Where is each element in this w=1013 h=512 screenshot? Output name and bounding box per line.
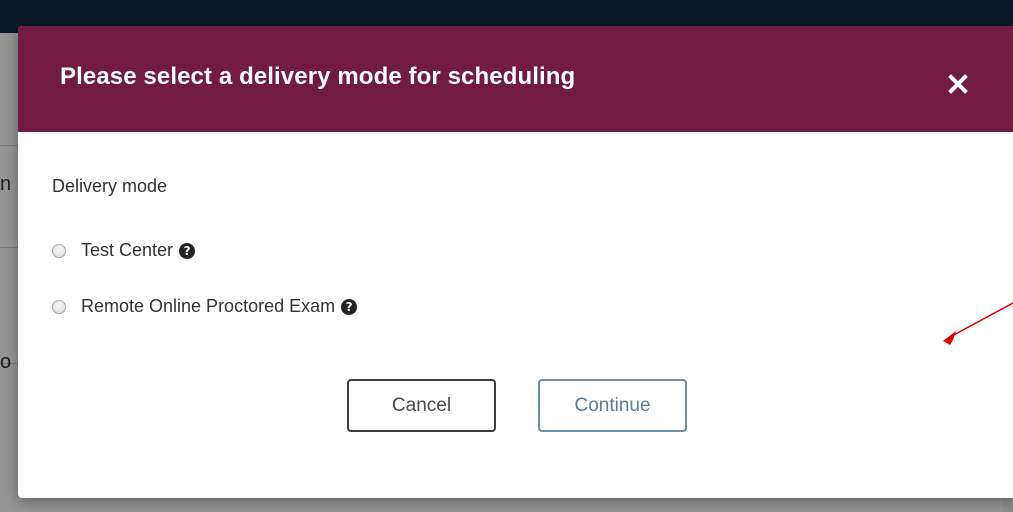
dialog-header: Please select a delivery mode for schedu… — [18, 26, 1013, 132]
test-center-label: Test Center — [81, 240, 174, 260]
dialog-title: Please select a delivery mode for schedu… — [60, 63, 576, 90]
remote-online-radio[interactable] — [52, 299, 66, 314]
radio-option-remote-online[interactable]: Remote Online Proctored Exam ? — [52, 296, 358, 317]
remote-online-label: Remote Online Proctored Exam — [81, 296, 336, 316]
radio-option-test-center[interactable]: Test Center ? — [52, 240, 196, 261]
close-button[interactable] — [940, 62, 976, 98]
cancel-button[interactable]: Cancel — [347, 379, 496, 432]
continue-button[interactable]: Continue — [538, 379, 687, 432]
delivery-mode-dialog: Please select a delivery mode for schedu… — [18, 26, 1013, 498]
delivery-mode-label: Delivery mode — [52, 176, 168, 196]
question-circle-icon[interactable]: ? — [341, 298, 358, 315]
dialog-body: Delivery mode Test Center ? Remote Onlin… — [18, 132, 1013, 498]
close-icon — [948, 74, 968, 94]
question-circle-icon[interactable]: ? — [179, 242, 196, 259]
test-center-radio[interactable] — [52, 243, 66, 258]
